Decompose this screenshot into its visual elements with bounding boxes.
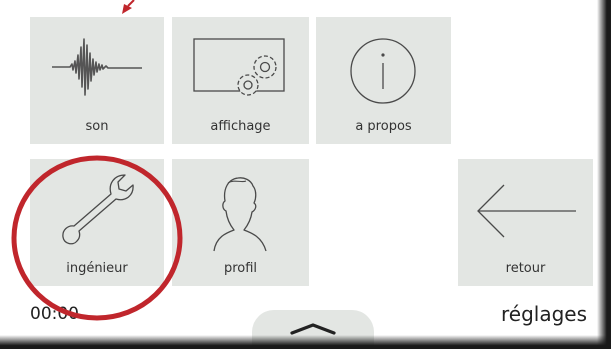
- tile-son-label: son: [85, 119, 109, 134]
- tile-ingenieur-label: ingénieur: [66, 261, 128, 276]
- pointer-arrow-icon: [122, 0, 135, 14]
- tile-affichage[interactable]: affichage: [172, 17, 309, 144]
- waveform-icon: [52, 38, 142, 96]
- arrow-left-icon: [477, 184, 576, 238]
- page-title: réglages: [500, 302, 587, 326]
- tile-profil-label: profil: [223, 261, 258, 276]
- tile-ingenieur[interactable]: ingénieur: [30, 159, 164, 286]
- info-icon: [350, 38, 416, 104]
- tile-affichage-label: affichage: [210, 119, 271, 134]
- display-settings-icon: [193, 38, 285, 96]
- screen-edge-shadow-right: [597, 0, 611, 349]
- tile-a-propos-label: a propos: [355, 119, 412, 134]
- user-silhouette-icon: [213, 177, 267, 252]
- settings-screen: son affichage a propos ingénieur profil …: [0, 0, 611, 349]
- tile-a-propos[interactable]: a propos: [316, 17, 451, 144]
- wrench-icon: [62, 174, 134, 245]
- clock: 00:00: [30, 304, 79, 324]
- tile-profil[interactable]: profil: [172, 159, 309, 286]
- tile-retour-label: retour: [505, 261, 546, 276]
- tile-son[interactable]: son: [30, 17, 164, 144]
- screen-edge-shadow-bottom: [0, 335, 611, 349]
- tile-retour[interactable]: retour: [458, 159, 593, 286]
